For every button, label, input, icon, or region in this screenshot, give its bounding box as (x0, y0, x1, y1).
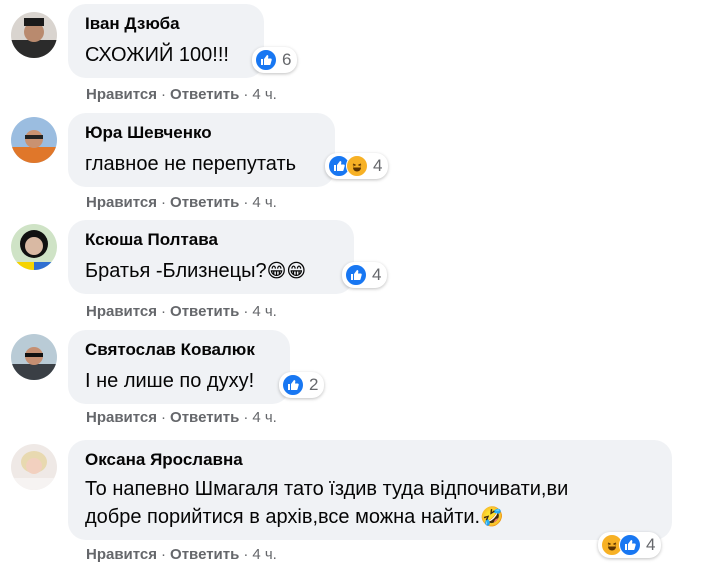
like-button[interactable]: Нравится (86, 194, 157, 211)
comment-text-line-1: То напевно Шмагаля тато їздив туда відпо… (85, 478, 569, 500)
like-icon (255, 49, 277, 71)
like-icon (345, 264, 367, 286)
comment-actions: Нравится · Ответить · 4 ч. (86, 302, 277, 322)
like-button[interactable]: Нравится (86, 546, 157, 563)
comment-time[interactable]: 4 ч. (252, 303, 277, 320)
separator: · (161, 194, 167, 211)
comment-text: СХОЖИЙ 100!!! (85, 44, 229, 66)
reaction-count: 6 (282, 50, 292, 69)
reply-button[interactable]: Ответить (170, 546, 239, 563)
reply-button[interactable]: Ответить (170, 303, 239, 320)
reply-button[interactable]: Ответить (170, 409, 239, 426)
separator: · (161, 86, 167, 103)
separator: · (161, 303, 167, 320)
comment-author[interactable]: Оксана Ярославна (85, 449, 654, 471)
comment-time[interactable]: 4 ч. (252, 86, 277, 103)
grin-emoji: 😁😁 (266, 260, 307, 282)
separator: · (243, 194, 249, 211)
comment-time[interactable]: 4 ч. (252, 546, 277, 563)
reaction-summary[interactable]: 4 (325, 153, 389, 179)
rofl-emoji: 🤣 (480, 506, 504, 528)
separator: · (243, 86, 249, 103)
like-icon (619, 534, 641, 556)
reaction-summary[interactable]: 6 (252, 47, 298, 73)
comment-actions: Нравится · Ответить · 4 ч. (86, 193, 277, 213)
comment-text: І не лише по духу! (85, 370, 255, 392)
comment-author[interactable]: Іван Дзюба (85, 13, 246, 35)
separator: · (243, 303, 249, 320)
comment-bubble: Святослав Ковалюк І не лише по духу! (68, 330, 290, 404)
comment-bubble: Іван Дзюба СХОЖИЙ 100!!! (68, 4, 264, 78)
comment-actions: Нравится · Ответить · 4 ч. (86, 545, 277, 565)
avatar[interactable] (11, 334, 57, 380)
comment-bubble: Ксюша Полтава Братья -Близнецы?😁😁 (68, 220, 354, 294)
reply-button[interactable]: Ответить (170, 86, 239, 103)
reaction-count: 2 (309, 375, 319, 394)
avatar[interactable] (11, 117, 57, 163)
reaction-count: 4 (372, 265, 382, 284)
comment-actions: Нравится · Ответить · 4 ч. (86, 408, 277, 428)
reaction-count: 4 (646, 535, 656, 554)
separator: · (161, 409, 167, 426)
comment-actions: Нравится · Ответить · 4 ч. (86, 85, 277, 105)
comment-author[interactable]: Святослав Ковалюк (85, 339, 272, 361)
comment-bubble: Оксана Ярославна То напевно Шмагаля тато… (68, 440, 672, 540)
reaction-count: 4 (373, 156, 383, 175)
comment-time[interactable]: 4 ч. (252, 409, 277, 426)
comment-text: главное не перепутать (85, 153, 297, 175)
separator: · (161, 546, 167, 563)
reply-button[interactable]: Ответить (170, 194, 239, 211)
comment-text: Братья -Близнецы?😁😁 (85, 257, 336, 285)
comment-text-line-2: добре порийтися в архів,все можна найти.… (85, 503, 654, 531)
like-button[interactable]: Нравится (86, 409, 157, 426)
reaction-summary[interactable]: 4 (342, 262, 388, 288)
like-button[interactable]: Нравится (86, 86, 157, 103)
comment-text-body: Братья -Близнецы? (85, 260, 267, 282)
haha-icon (346, 155, 368, 177)
like-button[interactable]: Нравится (86, 303, 157, 320)
comment-author[interactable]: Юра Шевченко (85, 122, 317, 144)
comment-time[interactable]: 4 ч. (252, 194, 277, 211)
avatar[interactable] (11, 12, 57, 58)
comment-bubble: Юра Шевченко главное не перепутать (68, 113, 335, 187)
reaction-summary[interactable]: 4 (598, 532, 662, 558)
like-icon (282, 374, 304, 396)
comment-text-body: добре порийтися в архів,все можна найти. (85, 506, 481, 528)
comment-author[interactable]: Ксюша Полтава (85, 229, 336, 251)
separator: · (243, 546, 249, 563)
avatar[interactable] (11, 224, 57, 270)
separator: · (243, 409, 249, 426)
reaction-summary[interactable]: 2 (279, 372, 325, 398)
avatar[interactable] (11, 444, 57, 490)
